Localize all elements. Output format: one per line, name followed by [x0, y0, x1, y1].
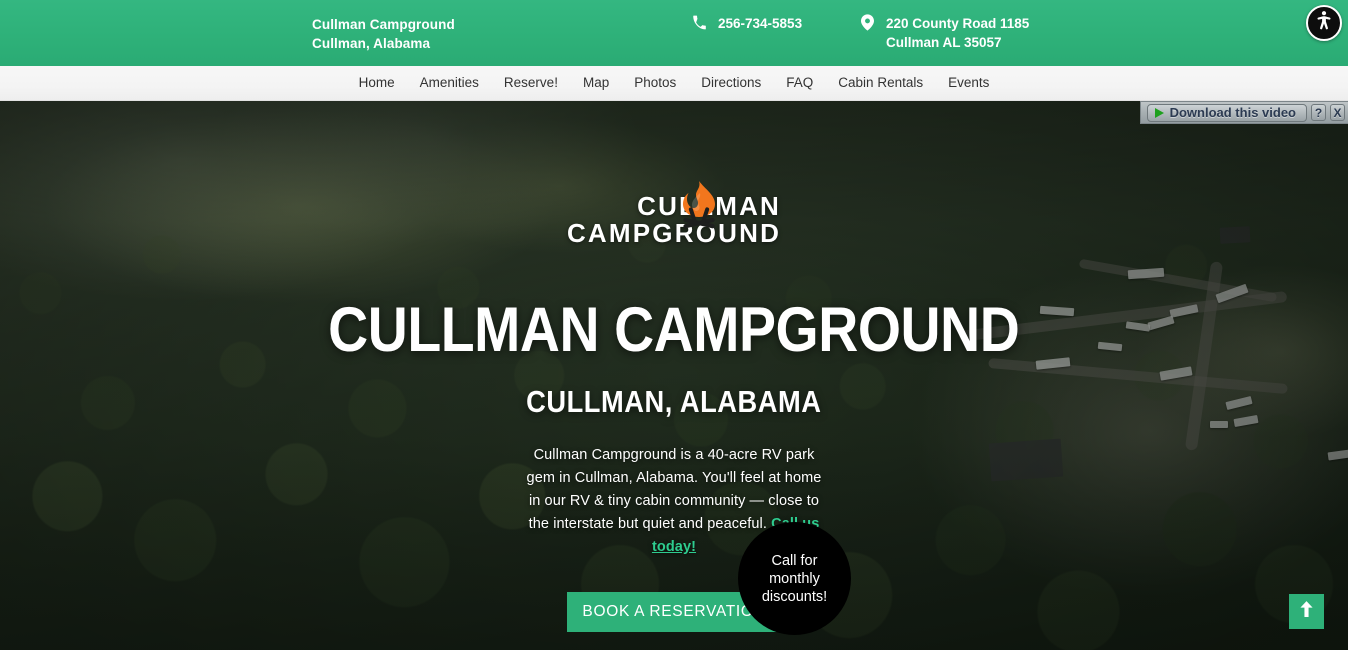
- address-line-1: 220 County Road 1185: [886, 16, 1030, 31]
- address-text: 220 County Road 1185 Cullman AL 35057: [886, 14, 1029, 52]
- back-to-top-button[interactable]: [1289, 594, 1324, 629]
- monthly-discount-badge[interactable]: Call for monthly discounts!: [738, 522, 851, 635]
- play-icon: [1154, 107, 1164, 118]
- page-subtitle: CULLMAN, ALABAMA: [526, 384, 822, 419]
- nav-item-amenities[interactable]: Amenities: [407, 66, 491, 100]
- business-name: Cullman Campground: [312, 17, 455, 32]
- top-contact-bar: Cullman Campground Cullman, Alabama 256-…: [0, 0, 1348, 66]
- nav-item-events[interactable]: Events: [936, 66, 1002, 100]
- download-help-button[interactable]: ?: [1311, 104, 1326, 121]
- download-close-button[interactable]: X: [1330, 104, 1345, 121]
- nav-item-directions[interactable]: Directions: [689, 66, 774, 100]
- hero-section: CULLMAN CAMPGROUND CULLMAN CAMPGROUND CU…: [0, 101, 1348, 650]
- map-pin-icon: [858, 13, 876, 31]
- address-line-2: Cullman AL 35057: [886, 35, 1002, 50]
- badge-text: Call for monthly discounts!: [762, 552, 827, 606]
- arrow-up-icon: [1299, 600, 1314, 623]
- brand-block: Cullman Campground Cullman, Alabama: [312, 15, 455, 53]
- badge-line-2: monthly: [769, 570, 820, 587]
- download-video-label: Download this video: [1169, 105, 1296, 120]
- nav-item-faq[interactable]: FAQ: [774, 66, 826, 100]
- nav-list: Home Amenities Reserve! Map Photos Direc…: [346, 66, 1002, 100]
- phone-number: 256-734-5853: [718, 16, 803, 31]
- nav-item-photos[interactable]: Photos: [622, 66, 689, 100]
- campfire-icon: [679, 179, 719, 236]
- hero-content: CULLMAN CAMPGROUND CULLMAN CAMPGROUND CU…: [0, 101, 1348, 650]
- accessibility-icon: [1312, 9, 1336, 38]
- phone-contact[interactable]: 256-734-5853: [690, 14, 802, 33]
- nav-item-map[interactable]: Map: [570, 66, 621, 100]
- logo-line-1: CULLMAN: [567, 193, 781, 220]
- nav-item-cabin-rentals[interactable]: Cabin Rentals: [826, 66, 936, 100]
- site-logo[interactable]: CULLMAN CAMPGROUND: [567, 181, 781, 247]
- page-root: Cullman Campground Cullman, Alabama 256-…: [0, 0, 1348, 650]
- phone-icon: [690, 13, 708, 31]
- nav-item-reserve[interactable]: Reserve!: [491, 66, 570, 100]
- address-contact[interactable]: 220 County Road 1185 Cullman AL 35057: [858, 13, 1029, 52]
- logo-line-2: CAMPGROUND: [566, 218, 782, 248]
- business-location: Cullman, Alabama: [312, 36, 431, 51]
- badge-line-1: Call for: [771, 552, 818, 569]
- download-video-toolbar: Download this video ? X: [1139, 101, 1348, 124]
- download-this-video-button[interactable]: Download this video: [1146, 103, 1307, 122]
- badge-line-3: discounts!: [761, 588, 828, 605]
- main-navigation: Home Amenities Reserve! Map Photos Direc…: [0, 66, 1348, 101]
- page-title: CULLMAN CAMPGROUND: [328, 295, 1020, 365]
- logo-text: CULLMAN CAMPGROUND: [567, 193, 781, 247]
- nav-item-home[interactable]: Home: [346, 66, 407, 100]
- accessibility-button[interactable]: [1306, 5, 1342, 41]
